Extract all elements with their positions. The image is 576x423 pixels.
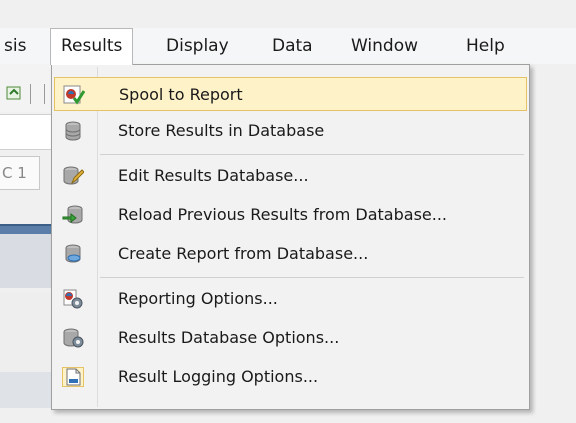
menu-item-label: Store Results in Database [118, 121, 325, 140]
menu-bar: sis Results Display Data Window Help [0, 28, 576, 65]
menu-analysis[interactable]: sis [4, 28, 26, 64]
database-icon [65, 121, 81, 141]
field-fragment: C 1 [0, 156, 40, 190]
pane-fragment [0, 114, 58, 150]
menu-item-store-results[interactable]: Store Results in Database [54, 114, 527, 148]
menu-item-create-report[interactable]: Create Report from Database... [54, 237, 527, 271]
database-options-icon [63, 328, 84, 348]
menu-item-reload-previous-results[interactable]: Reload Previous Results from Database... [54, 198, 527, 232]
menu-separator [100, 154, 524, 155]
menu-separator [100, 277, 524, 278]
spool-report-icon [63, 85, 85, 105]
menu-item-edit-results-database[interactable]: Edit Results Database... [54, 159, 527, 193]
menu-item-label: Results Database Options... [118, 328, 340, 347]
menu-display[interactable]: Display [166, 28, 229, 64]
edit-database-icon [63, 166, 84, 185]
toolbar-separator [30, 84, 31, 104]
menu-item-label: Edit Results Database... [118, 166, 309, 185]
create-report-icon [65, 244, 81, 263]
lower-panel-fragment [0, 292, 52, 372]
toolbar-icon[interactable] [6, 85, 24, 101]
results-dropdown-menu: Spool to Report Store Results in Databas… [51, 64, 530, 410]
panel-fragment [0, 234, 52, 288]
menu-window[interactable]: Window [351, 28, 418, 64]
menu-item-label: Reporting Options... [118, 289, 278, 308]
logging-options-icon [62, 367, 84, 387]
menu-data[interactable]: Data [272, 28, 313, 64]
menu-item-label: Spool to Report [119, 85, 243, 104]
reporting-options-icon [63, 289, 83, 309]
menu-item-result-logging-options[interactable]: Result Logging Options... [54, 360, 527, 394]
menu-item-label: Result Logging Options... [118, 367, 319, 386]
menu-help[interactable]: Help [466, 28, 505, 64]
menu-item-label: Reload Previous Results from Database... [118, 205, 448, 224]
bottom-panel-fragment [0, 372, 52, 408]
menu-item-label: Create Report from Database... [118, 244, 369, 263]
menu-item-reporting-options[interactable]: Reporting Options... [54, 282, 527, 316]
reload-database-icon [62, 205, 83, 224]
menu-results[interactable]: Results [50, 28, 134, 65]
menu-item-spool-to-report[interactable]: Spool to Report [54, 77, 527, 111]
window-bar-fragment [0, 224, 52, 234]
toolbar-separator [44, 84, 45, 104]
menu-item-results-database-options[interactable]: Results Database Options... [54, 321, 527, 355]
